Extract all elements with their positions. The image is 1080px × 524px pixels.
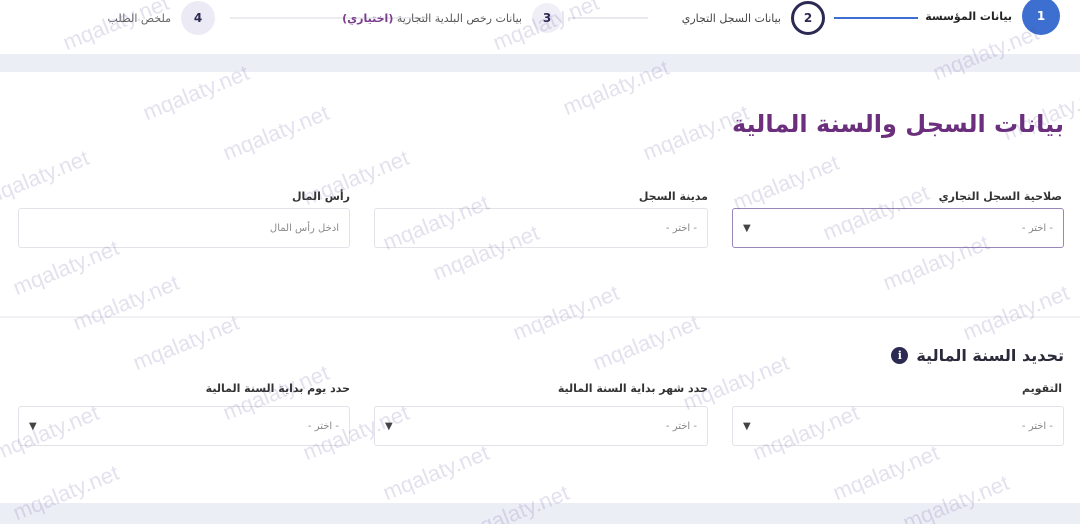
step-label: بيانات السجل التجاري <box>681 11 781 25</box>
month-label: حدد شهر بداية السنة المالية <box>557 382 708 395</box>
registration-page: 1 بيانات المؤسسة 2 بيانات السجل التجاري … <box>0 0 1080 524</box>
step-label: بيانات المؤسسة <box>925 9 1012 23</box>
info-icon[interactable]: i <box>891 347 909 364</box>
select-placeholder: - اختر - <box>307 420 339 432</box>
step-number: 1 <box>1022 0 1060 35</box>
step-number: 3 <box>532 3 562 33</box>
watermark-text: mqalaty.net <box>219 99 333 166</box>
day-label: حدد يوم بداية السنة المالية <box>205 382 350 395</box>
step-connector <box>834 17 918 19</box>
city-label: مدينة السجل <box>638 190 708 203</box>
select-placeholder: - اختر - <box>665 420 697 432</box>
progress-stepper: 1 بيانات المؤسسة 2 بيانات السجل التجاري … <box>0 0 1080 44</box>
step-label-text: بيانات رخص البلدية التجارية <box>396 11 522 25</box>
chevron-down-icon: ▼ <box>385 420 393 432</box>
section-title: بيانات السجل والسنة المالية <box>731 110 1064 138</box>
fiscal-year-heading: تحديد السنة المالية i <box>891 346 1064 365</box>
step-3[interactable]: 3 بيانات رخص البلدية التجارية (اختياري) <box>342 0 562 36</box>
select-placeholder: - اختر - <box>665 222 697 234</box>
month-select[interactable]: - اختر - ▼ <box>374 406 708 446</box>
watermark-text: mqalaty.net <box>129 309 243 376</box>
calendar-label: التقويم <box>1022 382 1062 395</box>
watermark-text: mqalaty.net <box>0 144 93 211</box>
step-connector <box>568 17 648 19</box>
step-label: بيانات رخص البلدية التجارية (اختياري) <box>342 12 522 25</box>
step-1[interactable]: 1 بيانات المؤسسة <box>925 0 1060 35</box>
chevron-down-icon: ▼ <box>29 420 37 432</box>
validity-select[interactable]: - اختر - ▼ <box>732 208 1064 248</box>
section-divider <box>0 316 1080 318</box>
step-4[interactable]: 4 ملخص الطلب <box>108 0 215 36</box>
watermark-text: mqalaty.net <box>959 279 1073 346</box>
watermark-text: mqalaty.net <box>589 309 703 376</box>
chevron-down-icon: ▼ <box>743 222 751 234</box>
optional-tag: (اختياري) <box>342 11 394 25</box>
header-band <box>0 54 1080 72</box>
validity-label: صلاحية السجل التجاري <box>938 190 1062 203</box>
step-label: ملخص الطلب <box>107 11 171 25</box>
input-placeholder: ادخل رأس المال <box>269 222 339 234</box>
day-select[interactable]: - اختر - ▼ <box>18 406 350 446</box>
watermark-text: mqalaty.net <box>379 439 493 506</box>
calendar-select[interactable]: - اختر - ▼ <box>732 406 1064 446</box>
chevron-down-icon: ▼ <box>743 420 751 432</box>
capital-label: رأس المال <box>291 190 350 203</box>
watermark-text: mqalaty.net <box>829 439 943 506</box>
step-number: 4 <box>181 1 215 35</box>
watermark-text: mqalaty.net <box>729 149 843 216</box>
footer-band <box>0 503 1080 524</box>
select-placeholder: - اختر - <box>1021 222 1053 234</box>
watermark-text: mqalaty.net <box>509 279 623 346</box>
watermark-text: mqalaty.net <box>69 269 183 336</box>
capital-input[interactable]: ادخل رأس المال <box>18 208 350 248</box>
step-number: 2 <box>791 1 825 35</box>
select-placeholder: - اختر - <box>1021 420 1053 432</box>
fiscal-year-title: تحديد السنة المالية <box>916 346 1064 365</box>
step-2[interactable]: 2 بيانات السجل التجاري <box>682 0 825 36</box>
city-select[interactable]: - اختر - <box>374 208 708 248</box>
